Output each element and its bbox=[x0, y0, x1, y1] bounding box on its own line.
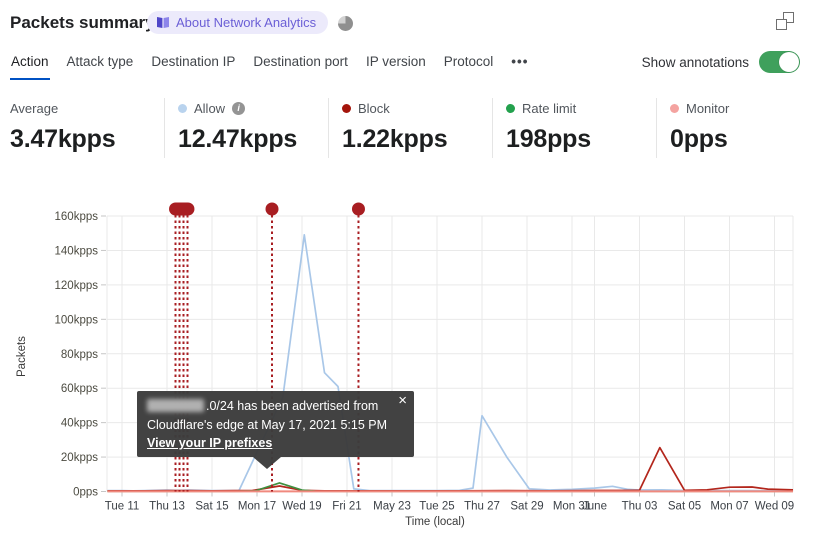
tooltip-close-icon[interactable]: × bbox=[398, 393, 407, 408]
annotation-marker-pill[interactable] bbox=[169, 202, 195, 216]
show-annotations-control: Show annotations bbox=[642, 51, 800, 73]
stat-rate-limit: Rate limit 198pps bbox=[506, 100, 591, 154]
stat-value: 0pps bbox=[670, 125, 728, 153]
x-tick-label: Thu 27 bbox=[464, 501, 500, 513]
y-tick-label: 120kpps bbox=[55, 280, 99, 292]
y-tick-label: 20kpps bbox=[61, 452, 98, 464]
x-tick-label: Tue 11 bbox=[105, 501, 140, 513]
toggle-knob bbox=[779, 52, 799, 72]
annotation-tooltip: × .0/24 has been advertised from Cloudfl… bbox=[137, 391, 414, 469]
info-icon[interactable]: i bbox=[232, 101, 246, 115]
stat-divider bbox=[492, 98, 493, 158]
tooltip-line2: Cloudflare's edge at May 17, 2021 5:15 P… bbox=[147, 417, 388, 432]
y-tick-label: 160kpps bbox=[55, 211, 99, 223]
tab-ip-version[interactable]: IP version bbox=[365, 52, 427, 80]
x-tick-label: May 23 bbox=[373, 501, 411, 513]
stat-divider bbox=[656, 98, 657, 158]
show-annotations-label: Show annotations bbox=[641, 54, 749, 70]
block-legend-dot bbox=[342, 103, 351, 113]
allow-legend-dot bbox=[178, 103, 187, 113]
tooltip-line1: .0/24 has been advertised from bbox=[147, 397, 404, 416]
redacted-ip-prefix bbox=[147, 399, 204, 412]
stat-label: Allow bbox=[194, 100, 226, 116]
dimension-tabs: Action Attack type Destination IP Destin… bbox=[10, 52, 529, 80]
stat-label: Monitor bbox=[686, 100, 730, 116]
stat-allow: Allow i 12.47kpps bbox=[178, 100, 297, 154]
book-icon bbox=[156, 16, 170, 29]
stat-divider bbox=[328, 98, 329, 158]
duplicate-window-icon[interactable] bbox=[776, 12, 794, 30]
about-network-analytics-badge[interactable]: About Network Analytics bbox=[147, 11, 329, 34]
tooltip-caret bbox=[253, 457, 281, 469]
y-tick-label: 80kpps bbox=[61, 349, 98, 361]
x-tick-label: Fri 21 bbox=[332, 501, 361, 513]
tabs-overflow-button[interactable]: ••• bbox=[510, 52, 529, 80]
stat-value: 12.47kpps bbox=[178, 125, 298, 153]
stat-monitor: Monitor 0pps bbox=[670, 100, 729, 154]
y-tick-label: 60kpps bbox=[61, 383, 98, 395]
x-tick-label: Sat 29 bbox=[510, 501, 543, 513]
tab-destination-port[interactable]: Destination port bbox=[252, 52, 349, 80]
tab-destination-ip[interactable]: Destination IP bbox=[150, 52, 236, 80]
tooltip-line3: View your IP prefixes bbox=[147, 434, 404, 453]
stat-value: 198pps bbox=[506, 125, 591, 153]
y-tick-label: 0pps bbox=[73, 487, 98, 499]
x-tick-label: Tue 25 bbox=[419, 501, 454, 513]
x-tick-label: Sat 05 bbox=[668, 501, 701, 513]
tab-action[interactable]: Action bbox=[10, 52, 50, 80]
stat-label: Average bbox=[10, 100, 59, 116]
x-tick-label: Mon 17 bbox=[238, 501, 276, 513]
usage-pie-icon[interactable] bbox=[338, 16, 353, 31]
annotation-marker-dot[interactable] bbox=[351, 202, 365, 216]
stat-block: Block 1.22kpps bbox=[342, 100, 448, 154]
y-tick-label: 140kpps bbox=[55, 245, 99, 257]
x-tick-label: Thu 03 bbox=[622, 501, 658, 513]
packets-summary-panel: Packets summary About Network Analytics … bbox=[0, 0, 816, 545]
x-tick-label: Thu 13 bbox=[149, 501, 185, 513]
rate-limit-legend-dot bbox=[506, 103, 515, 113]
stat-value: 1.22kpps bbox=[342, 125, 448, 153]
x-tick-label: Mon 07 bbox=[710, 501, 748, 513]
x-tick-label: June bbox=[582, 501, 607, 513]
page-title: Packets summary bbox=[10, 13, 155, 32]
view-ip-prefixes-link[interactable]: View your IP prefixes bbox=[147, 436, 272, 450]
monitor-legend-dot bbox=[670, 103, 679, 113]
tab-protocol[interactable]: Protocol bbox=[443, 52, 495, 80]
stat-divider bbox=[164, 98, 165, 158]
stat-label: Block bbox=[358, 100, 390, 116]
stat-average: Average 3.47kpps bbox=[10, 100, 116, 154]
x-tick-label: Wed 19 bbox=[282, 501, 321, 513]
badge-label: About Network Analytics bbox=[176, 15, 317, 30]
y-tick-label: 100kpps bbox=[55, 314, 99, 326]
front-square bbox=[776, 19, 787, 30]
tab-attack-type[interactable]: Attack type bbox=[66, 52, 135, 80]
y-tick-label: 40kpps bbox=[61, 418, 98, 430]
x-tick-label: Wed 09 bbox=[755, 501, 794, 513]
annotation-marker-dot[interactable] bbox=[265, 202, 279, 216]
stat-value: 3.47kpps bbox=[10, 125, 116, 153]
packets-time-series-chart: 0pps 20kpps 40kpps 60kpps 80kpps 100kpps 120kp… bbox=[55, 202, 794, 513]
stat-label: Rate limit bbox=[522, 100, 577, 116]
x-tick-label: Sat 15 bbox=[195, 501, 228, 513]
show-annotations-toggle[interactable] bbox=[759, 51, 800, 73]
